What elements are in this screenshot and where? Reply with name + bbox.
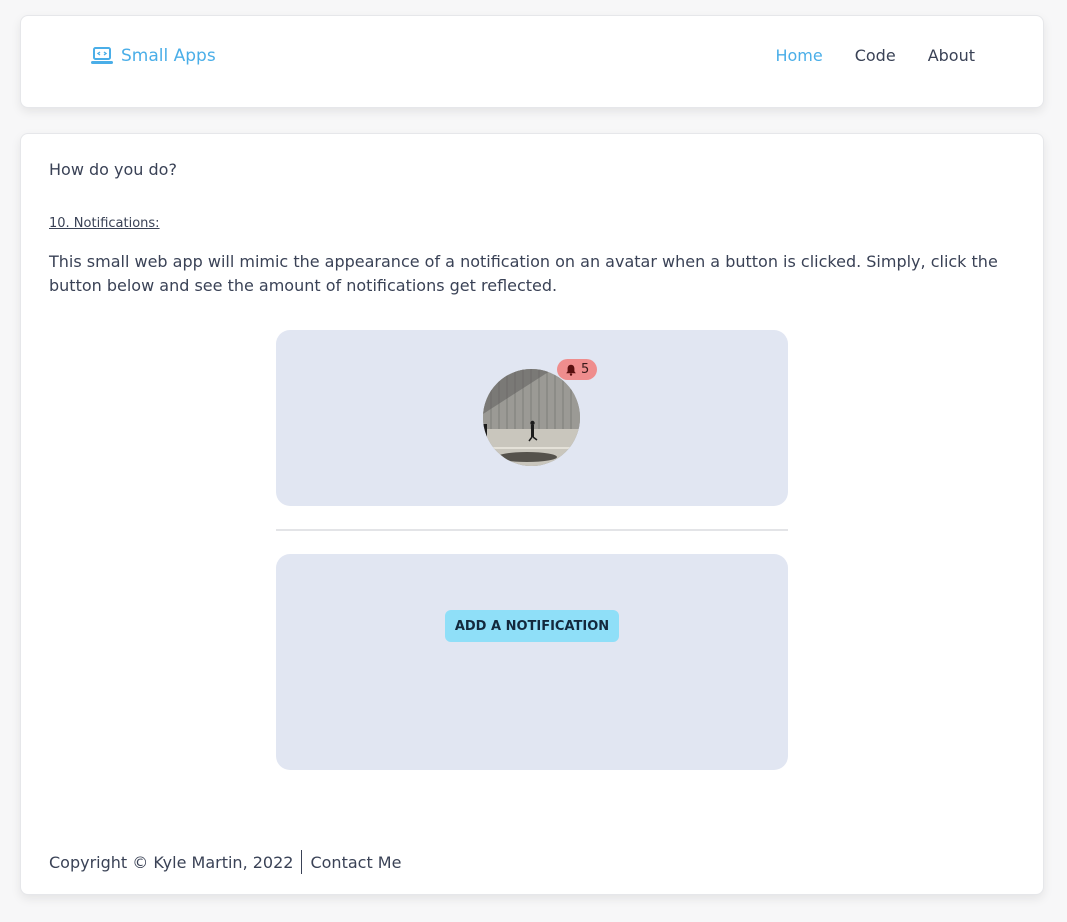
contact-link[interactable]: Contact Me [310, 853, 401, 872]
footer: Copyright © Kyle Martin, 2022 Contact Me [49, 850, 401, 874]
button-panel: ADD A NOTIFICATION [276, 554, 788, 770]
nav-link-about[interactable]: About [928, 46, 975, 65]
brand-label: Small Apps [121, 46, 216, 66]
main-card: How do you do? 10. Notifications: This s… [20, 133, 1044, 895]
app-description: This small web app will mimic the appear… [49, 252, 998, 295]
section-title: 10. Notifications: [49, 216, 160, 231]
notification-count: 5 [581, 362, 590, 377]
navbar: Small Apps Home Code About [20, 15, 1044, 108]
footer-divider [301, 850, 303, 874]
avatar-panel: 5 [276, 330, 788, 506]
avatar-photo [483, 369, 580, 466]
nav-link-home[interactable]: Home [775, 46, 822, 65]
copyright-text: Copyright © Kyle Martin, 2022 [49, 852, 294, 872]
brand-link[interactable]: Small Apps [91, 46, 216, 66]
notification-badge: 5 [557, 359, 598, 380]
avatar [483, 369, 580, 466]
laptop-code-icon [91, 47, 113, 64]
greeting-text: How do you do? [49, 160, 177, 179]
nav-link-code[interactable]: Code [855, 46, 896, 65]
divider [276, 529, 788, 531]
nav-links: Home Code About [775, 46, 975, 65]
add-notification-button[interactable]: ADD A NOTIFICATION [445, 610, 619, 642]
bell-icon [566, 364, 576, 376]
